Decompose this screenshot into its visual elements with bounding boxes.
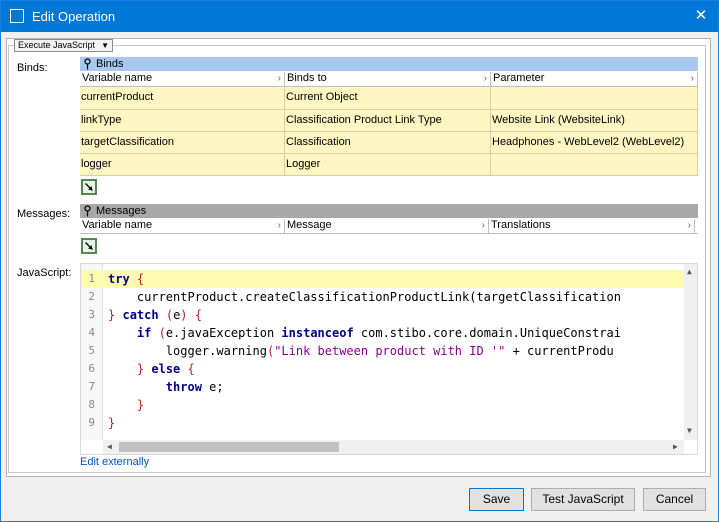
horizontal-scrollbar[interactable]: ◀ ▶ bbox=[103, 440, 684, 454]
save-button[interactable]: Save bbox=[469, 488, 524, 511]
cell-parameter[interactable] bbox=[491, 154, 698, 176]
binds-col-parameter[interactable]: Parameter › bbox=[491, 72, 698, 86]
operation-type-value: Execute JavaScript bbox=[18, 40, 96, 50]
binds-label: Binds: bbox=[17, 62, 48, 74]
binds-col-variable[interactable]: Variable name › bbox=[80, 72, 285, 86]
vertical-scrollbar[interactable]: ▲ ▼ bbox=[684, 264, 697, 440]
code-line[interactable]: 6 } else { bbox=[81, 360, 684, 378]
binds-table: currentProduct Current Object linkType C… bbox=[80, 87, 698, 176]
code-line[interactable]: 2 currentProduct.createClassificationPro… bbox=[81, 288, 684, 306]
horizontal-scroll-thumb[interactable] bbox=[119, 442, 339, 452]
cell-binds-to[interactable]: Current Object bbox=[285, 87, 491, 109]
code-line[interactable]: 9} bbox=[81, 414, 684, 432]
edit-externally-link[interactable]: Edit externally bbox=[80, 456, 149, 468]
add-message-icon[interactable] bbox=[81, 238, 97, 254]
cell-variable[interactable]: logger bbox=[80, 154, 285, 176]
cancel-button[interactable]: Cancel bbox=[643, 488, 706, 511]
chevron-right-icon: › bbox=[687, 220, 691, 231]
messages-column-headers: Variable name › Message › Translations › bbox=[80, 219, 698, 234]
table-row[interactable]: logger Logger bbox=[80, 153, 698, 176]
chevron-right-icon: › bbox=[690, 73, 694, 84]
cell-binds-to[interactable]: Classification bbox=[285, 132, 491, 154]
test-javascript-button[interactable]: Test JavaScript bbox=[531, 488, 635, 511]
messages-label: Messages: bbox=[17, 208, 71, 220]
table-row[interactable]: currentProduct Current Object bbox=[80, 87, 698, 109]
scroll-right-icon: ▶ bbox=[673, 442, 678, 451]
messages-header: Messages bbox=[80, 204, 698, 218]
chevron-right-icon: › bbox=[483, 73, 487, 84]
code-line[interactable]: 5 logger.warning("Link between product w… bbox=[81, 342, 684, 360]
close-icon[interactable]: ✕ bbox=[691, 5, 711, 27]
binds-header: Binds bbox=[80, 57, 698, 71]
cell-parameter[interactable] bbox=[491, 87, 698, 109]
scroll-up-icon: ▲ bbox=[687, 267, 692, 276]
binds-col-binds-to[interactable]: Binds to › bbox=[285, 72, 491, 86]
cell-variable[interactable]: currentProduct bbox=[80, 87, 285, 109]
cell-binds-to[interactable]: Logger bbox=[285, 154, 491, 176]
javascript-editor[interactable]: 1 try { 2 currentProduct.createClassifica… bbox=[80, 263, 698, 455]
pin-icon bbox=[84, 58, 91, 70]
cell-parameter[interactable]: Website Link (WebsiteLink) bbox=[491, 110, 698, 132]
scroll-left-icon: ◀ bbox=[107, 442, 112, 451]
table-row[interactable]: targetClassification Classification Head… bbox=[80, 131, 698, 154]
code-line[interactable]: 7 throw e; bbox=[81, 378, 684, 396]
messages-col-message[interactable]: Message › bbox=[285, 219, 489, 233]
operation-type-select[interactable]: Execute JavaScript ▼ bbox=[14, 39, 113, 52]
messages-col-translations[interactable]: Translations › bbox=[489, 219, 695, 233]
chevron-down-icon: ▼ bbox=[101, 41, 109, 50]
binds-column-headers: Variable name › Binds to › Parameter › bbox=[80, 72, 698, 87]
scroll-down-icon: ▼ bbox=[687, 426, 692, 435]
cell-variable[interactable]: targetClassification bbox=[80, 132, 285, 154]
binds-header-title: Binds bbox=[96, 58, 124, 70]
window-icon bbox=[10, 9, 24, 23]
add-bind-icon[interactable] bbox=[81, 179, 97, 195]
cell-variable[interactable]: linkType bbox=[80, 110, 285, 132]
cell-parameter[interactable]: Headphones - WebLevel2 (WebLevel2) bbox=[491, 132, 698, 154]
code-line[interactable]: 1 try { bbox=[81, 270, 684, 288]
chevron-right-icon: › bbox=[481, 220, 485, 231]
javascript-label: JavaScript: bbox=[17, 267, 72, 279]
cell-binds-to[interactable]: Classification Product Link Type bbox=[285, 110, 491, 132]
chevron-right-icon: › bbox=[277, 73, 281, 84]
table-row[interactable]: linkType Classification Product Link Typ… bbox=[80, 109, 698, 132]
window-title: Edit Operation bbox=[32, 9, 116, 24]
code-line[interactable]: 8 } bbox=[81, 396, 684, 414]
pin-icon bbox=[84, 205, 91, 217]
messages-col-variable[interactable]: Variable name › bbox=[80, 219, 285, 233]
title-bar: Edit Operation ✕ bbox=[1, 1, 718, 32]
chevron-right-icon: › bbox=[277, 220, 281, 231]
code-line[interactable]: 3} catch (e) { bbox=[81, 306, 684, 324]
messages-header-title: Messages bbox=[96, 205, 147, 217]
code-line[interactable]: 4 if (e.javaException instanceof com.sti… bbox=[81, 324, 684, 342]
